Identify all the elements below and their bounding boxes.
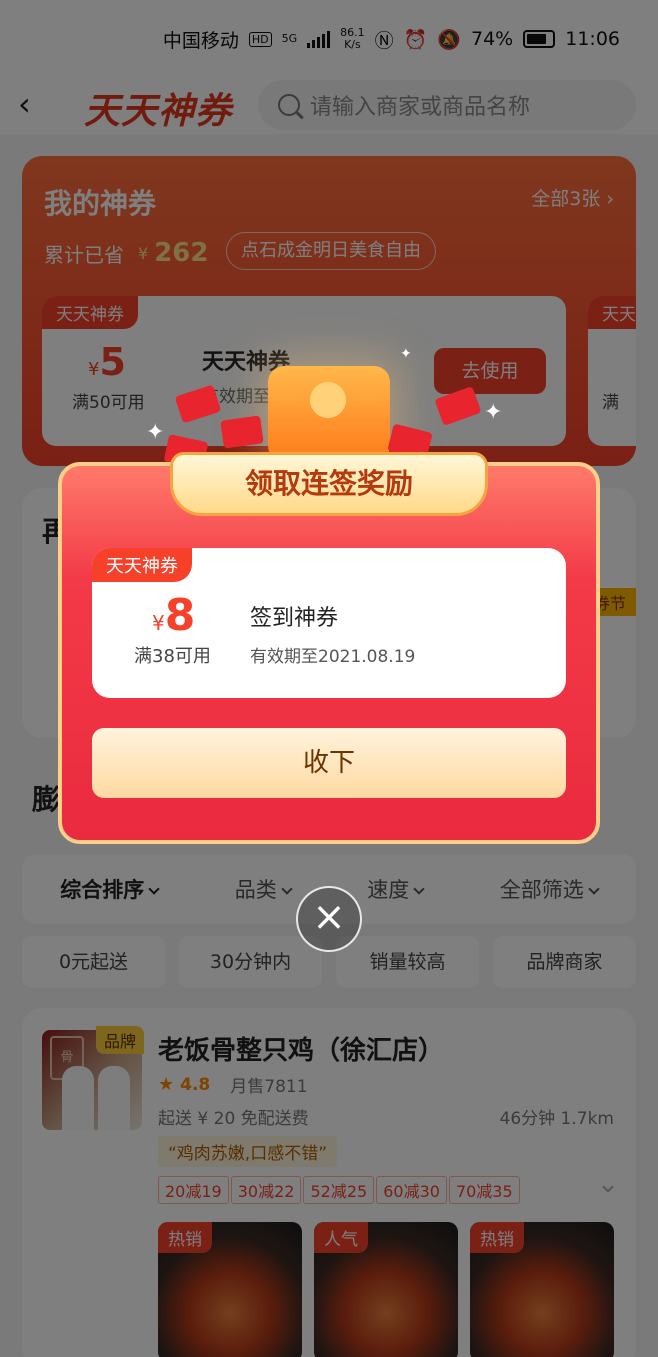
reward-coupon-value: ¥8: [152, 590, 196, 641]
reward-coupon-card: 天天神券 ¥8 满38可用 签到神券 有效期至2021.08.19: [92, 548, 566, 698]
reward-coupon-name: 签到神券: [250, 606, 339, 631]
reward-coupon-validity: 有效期至2021.08.19: [250, 647, 416, 667]
gift-box-icon: [268, 366, 390, 462]
red-envelope-icon: [220, 415, 264, 449]
reward-coupon-tag: 天天神券: [92, 548, 192, 582]
accept-button[interactable]: 收下: [92, 728, 566, 798]
close-icon[interactable]: ×: [296, 886, 362, 952]
sparkle-icon: ✦: [484, 400, 503, 425]
sparkle-icon: ✦: [146, 420, 165, 445]
reward-coupon-condition: 满38可用: [134, 646, 211, 667]
sparkle-icon: ✦: [400, 346, 412, 362]
reward-modal-title: 领取连签奖励: [170, 452, 488, 516]
